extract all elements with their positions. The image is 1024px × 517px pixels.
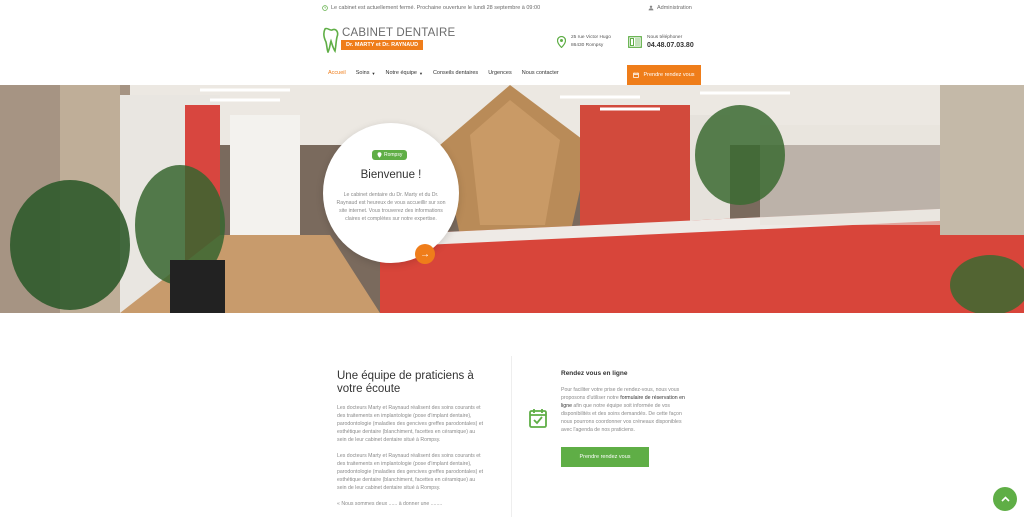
- nav-item-accueil[interactable]: Accueil: [328, 70, 346, 76]
- location-badge-label: Rompsy: [384, 152, 403, 158]
- chevron-down-icon: ▼: [371, 70, 376, 76]
- main-nav: Accueil Soins ▼ Notre équipe ▼ Conseils de…: [0, 64, 1024, 86]
- chevron-up-icon: [1000, 496, 1010, 502]
- team-title: Une équipe de praticiens à votre écoute: [337, 370, 474, 395]
- hero-banner: [0, 85, 1024, 313]
- nav-item-conseils[interactable]: Conseils dentaires: [433, 70, 478, 76]
- hero-next-button[interactable]: →: [415, 244, 435, 264]
- header-appointment-button[interactable]: Prendre rendez vous: [627, 65, 701, 85]
- phone-label: Nous téléphoner: [647, 35, 683, 40]
- calendar-icon: [633, 72, 640, 78]
- nav-item-contact[interactable]: Nous contacter: [522, 70, 559, 76]
- nav-item-urgences[interactable]: Urgences: [488, 70, 512, 76]
- nav-item-soins[interactable]: Soins ▼: [356, 70, 376, 76]
- opening-notice: Le cabinet est actuellement fermé. Proch…: [322, 5, 540, 11]
- location-badge: Rompsy: [372, 150, 408, 160]
- nav-item-label: Notre équipe: [385, 70, 417, 76]
- map-pin-icon: [557, 36, 566, 48]
- admin-link[interactable]: Administration: [648, 5, 692, 11]
- appointment-button[interactable]: Prendre rendez vous: [561, 447, 649, 467]
- online-appointment-section: Rendez vous en ligne Pour faciliter votr…: [561, 370, 691, 434]
- tooth-logo-icon: [323, 27, 339, 53]
- team-paragraph-2: Les docteurs Marty et Raynaud réalisent …: [337, 453, 484, 491]
- appointment-button-label: Prendre rendez vous: [579, 454, 631, 460]
- welcome-text: Le cabinet dentaire du Dr. Marty et du D…: [336, 192, 446, 222]
- opening-notice-text: Le cabinet est actuellement fermé. Proch…: [331, 5, 541, 11]
- address-line-2: 86430 Rompsy: [571, 43, 604, 48]
- nav-item-label: Urgences: [488, 70, 512, 76]
- top-bar: Le cabinet est actuellement fermé. Proch…: [0, 0, 1024, 17]
- clock-icon: [322, 5, 328, 11]
- team-paragraph-1: Les docteurs Marty et Raynaud réalisent …: [337, 405, 484, 443]
- arrow-right-icon: →: [420, 248, 430, 260]
- admin-link-label: Administration: [657, 5, 692, 11]
- user-icon: [648, 5, 654, 11]
- scroll-to-top-button[interactable]: [993, 487, 1017, 511]
- online-appointment-text-end: afin que notre équipe soit informée de v…: [561, 403, 682, 433]
- welcome-title: Bienvenue !: [360, 169, 422, 181]
- online-appointment-text: Pour faciliter votre prise de rendez-vou…: [561, 386, 691, 434]
- nav-item-equipe[interactable]: Notre équipe ▼: [385, 70, 422, 76]
- chevron-down-icon: ▼: [418, 70, 423, 76]
- header-appointment-label: Prendre rendez vous: [643, 72, 695, 78]
- column-divider: [511, 356, 512, 517]
- address-line-1: 25 rue Victor Hugo: [571, 35, 611, 40]
- brand-name: CABINET DENTAIRE: [342, 27, 456, 39]
- online-appointment-title: Rendez vous en ligne: [561, 370, 628, 377]
- welcome-card: Rompsy Bienvenue ! Le cabinet dentaire d…: [323, 123, 459, 263]
- nav-item-label: Conseils dentaires: [432, 70, 479, 76]
- hero-photo: [0, 85, 1024, 313]
- calendar-check-icon: [529, 409, 547, 428]
- map-pin-icon: [377, 152, 382, 158]
- phone-number: 04.48.07.03.80: [647, 42, 694, 49]
- nav-item-label: Nous contacter: [521, 70, 559, 76]
- phone-block[interactable]: Nous téléphoner 04.48.07.03.80: [628, 34, 694, 50]
- nav-item-label: Accueil: [328, 70, 346, 76]
- site-logo[interactable]: CABINET DENTAIRE Dr. MARTY et Dr. RAYNAU…: [322, 25, 455, 65]
- address-block: 25 rue Victor Hugo 86430 Rompsy: [557, 34, 611, 50]
- team-section: Une équipe de praticiens à votre écoute …: [337, 370, 485, 508]
- team-paragraph-3: « Nous sommes deux ...... à donner une .…: [337, 501, 443, 507]
- site-header: CABINET DENTAIRE Dr. MARTY et Dr. RAYNAU…: [0, 17, 1024, 63]
- phone-icon: [628, 36, 642, 48]
- nav-item-label: Soins: [355, 70, 370, 76]
- brand-doctors: Dr. MARTY et Dr. RAYNAUD: [341, 40, 424, 50]
